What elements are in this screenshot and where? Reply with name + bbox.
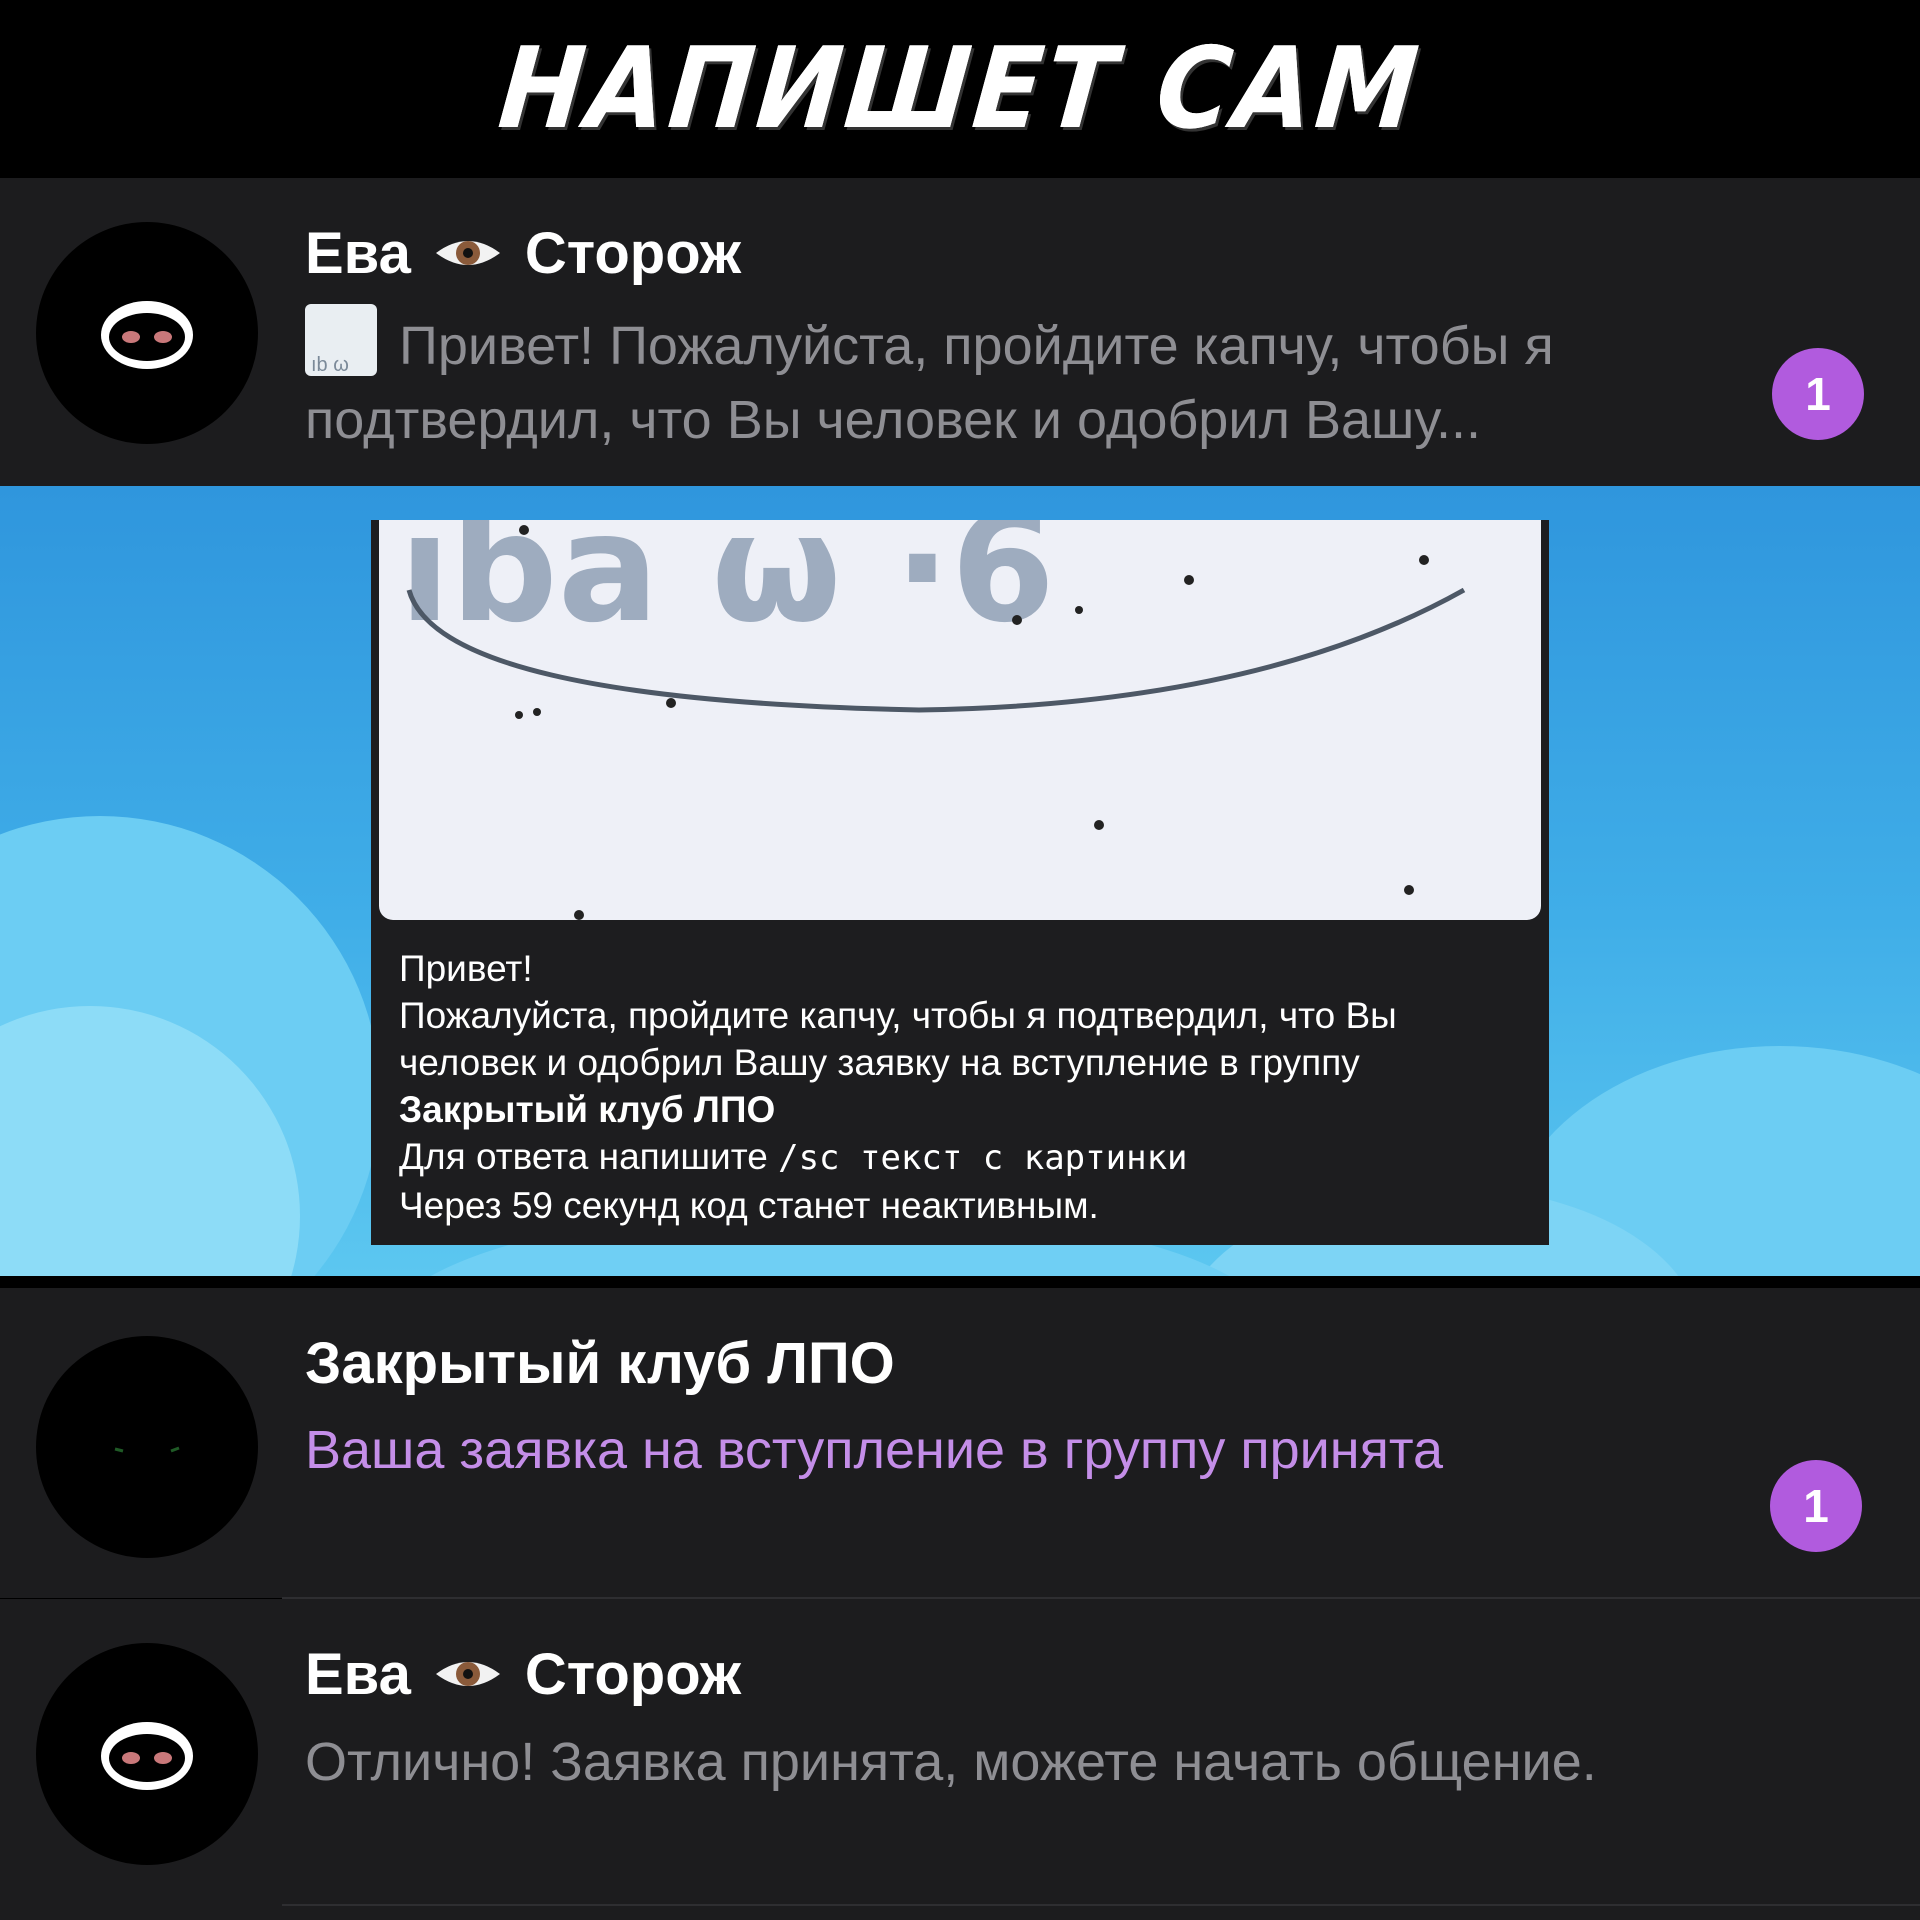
chat-title-last: Сторож (524, 1642, 742, 1707)
chat-row-eva-captcha[interactable]: Ева Сторож ıb ω Привет! Пожалуйста, пройд… (0, 178, 1920, 486)
chat-title: Ева Сторож (305, 220, 741, 287)
banner-title: НАПИШЕТ САМ (493, 24, 1427, 154)
chat-title-first: Ева (305, 221, 411, 286)
chat-title-last: Сторож (524, 221, 742, 286)
message-command: /sc текст с картинки (778, 1138, 1188, 1178)
eye-icon (433, 220, 503, 287)
chat-row-closed-club[interactable]: Закрытый клуб ЛПО Ваша заявка на вступле… (0, 1288, 1920, 1598)
chat-preview-line1: Привет! Пожалуйста, пройдите капчу, чтоб… (399, 316, 1554, 376)
message-group-name: Закрытый клуб ЛПО (399, 1089, 776, 1130)
chat-preview-line2: подтвердил, что Вы человек и одобрил Ваш… (305, 390, 1481, 450)
avatar (36, 1336, 258, 1558)
avatar (36, 1643, 258, 1865)
unread-badge: 1 (1770, 1460, 1862, 1552)
divider (282, 1904, 1920, 1906)
message-text: Привет! Пожалуйста, пройдите капчу, чтоб… (399, 945, 1519, 1229)
message-line: Пожалуйста, пройдите капчу, чтобы я подт… (399, 995, 1397, 1036)
chat-title: Ева Сторож (305, 1641, 741, 1708)
captcha-thumbnail-icon: ıb ω (305, 304, 377, 376)
chat-preview: Ваша заявка на вступление в группу приня… (305, 1420, 1444, 1480)
captcha-drawing: ıba ω ·6 (399, 520, 1466, 920)
bot-mask-icon (101, 301, 193, 369)
chat-title-first: Ева (305, 1642, 411, 1707)
chat-preview: ıb ω Привет! Пожалуйста, пройдите капчу, … (305, 304, 1725, 457)
dark-eyes-icon (114, 1446, 180, 1453)
captcha-glyphs: ıba ω ·6 (399, 520, 1055, 656)
message-greeting: Привет! (399, 948, 533, 989)
unread-badge: 1 (1772, 348, 1864, 440)
captcha-image[interactable]: ıba ω ·6 (379, 520, 1541, 920)
chat-title: Закрытый клуб ЛПО (305, 1331, 895, 1396)
message-line: Для ответа напишите /sc текст с картинки (399, 1133, 1519, 1182)
message-line: Через 59 секунд код станет неактивным. (399, 1185, 1099, 1226)
message-line: человек и одобрил Вашу заявку на вступле… (399, 1042, 1360, 1083)
eye-icon (433, 1641, 503, 1708)
chat-preview: Отлично! Заявка принята, можете начать о… (305, 1732, 1597, 1792)
chat-row-eva-approved[interactable]: Ева Сторож Отлично! Заявка принята, може… (0, 1599, 1920, 1920)
bot-mask-icon (101, 1722, 193, 1790)
message-instruction: Для ответа напишите (399, 1136, 779, 1177)
title-banner: НАПИШЕТ САМ (0, 0, 1920, 178)
message-bubble: ıba ω ·6 Привет! Пожалуйста, пройдите ка… (371, 520, 1549, 1245)
avatar (36, 222, 258, 444)
